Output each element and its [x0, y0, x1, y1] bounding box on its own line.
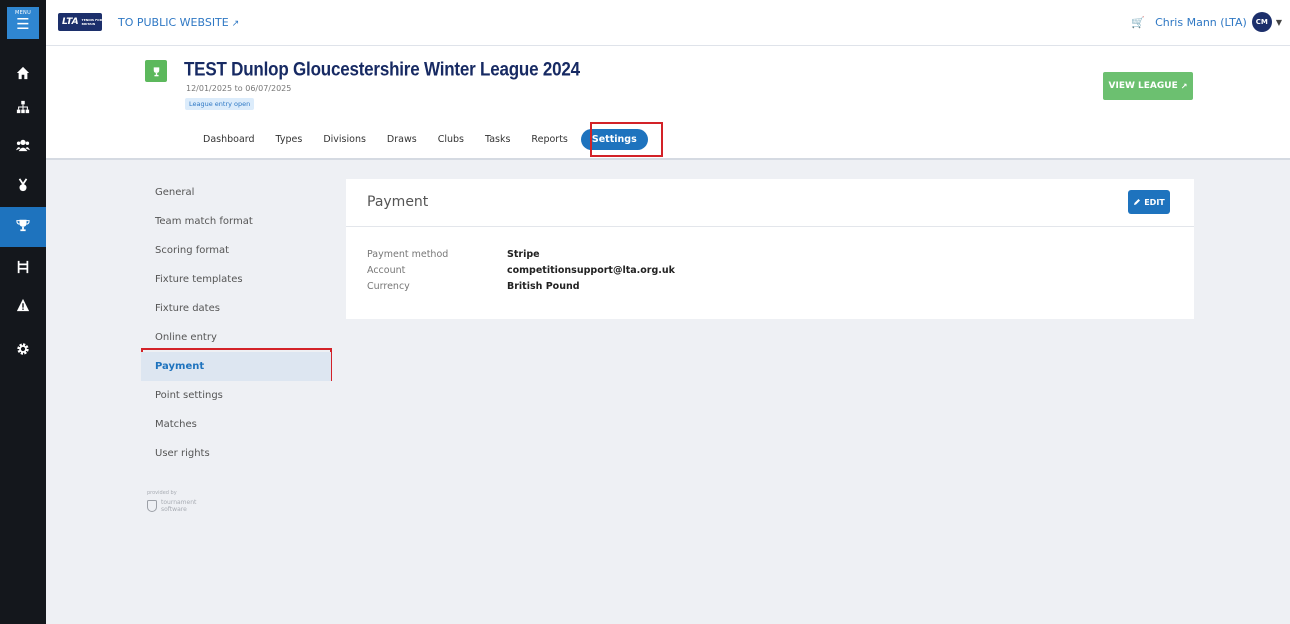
trophy-icon: [16, 218, 30, 236]
tab-clubs[interactable]: Clubs: [438, 134, 464, 145]
settings-nav-fixture-templates[interactable]: Fixture templates: [141, 265, 331, 294]
public-website-label: TO PUBLIC WEBSITE: [118, 16, 229, 29]
rail-draws[interactable]: [0, 249, 46, 289]
top-bar: LTA TENNIS FOR BRITAIN TO PUBLIC WEBSITE…: [46, 0, 1290, 46]
tab-divisions[interactable]: Divisions: [323, 134, 366, 145]
users-icon: [16, 138, 30, 156]
rail-alerts[interactable]: [0, 287, 46, 327]
settings-nav-team-match-format[interactable]: Team match format: [141, 207, 331, 236]
league-header: TEST Dunlop Gloucestershire Winter Leagu…: [46, 46, 1290, 160]
view-league-label: VIEW LEAGUE: [1108, 81, 1178, 91]
currency-label: Currency: [367, 281, 410, 292]
external-link-icon: ↗: [1180, 81, 1188, 91]
edit-button[interactable]: EDIT: [1128, 190, 1170, 214]
league-tabs: Dashboard Types Divisions Draws Clubs Ta…: [203, 129, 669, 150]
currency-row: Currency British Pound: [367, 281, 580, 292]
user-menu[interactable]: 🛒 Chris Mann (LTA) CM ▼: [1131, 12, 1282, 32]
payment-card-header: Payment EDIT: [346, 179, 1194, 227]
settings-nav-matches[interactable]: Matches: [141, 410, 331, 439]
gear-icon: [16, 342, 30, 360]
settings-nav-online-entry[interactable]: Online entry: [141, 323, 331, 352]
account-label: Account: [367, 265, 406, 276]
external-link-icon: ↗: [231, 19, 240, 29]
status-badge: League entry open: [185, 98, 255, 110]
settings-nav-scoring-format[interactable]: Scoring format: [141, 236, 331, 265]
logo-subtext: TENNIS FOR BRITAIN: [81, 18, 103, 26]
rail-players[interactable]: [0, 127, 46, 167]
warning-icon: [16, 298, 30, 316]
rail-rankings[interactable]: [0, 167, 46, 207]
medal-icon: [16, 178, 30, 196]
tab-settings[interactable]: Settings: [580, 129, 648, 150]
settings-nav: General Team match format Scoring format…: [141, 178, 331, 468]
league-trophy-icon: [145, 60, 167, 82]
payment-method-value: Stripe: [507, 249, 540, 260]
hamburger-icon: ☰: [16, 15, 30, 33]
tab-dashboard[interactable]: Dashboard: [203, 134, 255, 145]
menu-button[interactable]: MENU ☰: [7, 7, 39, 39]
side-rail: MENU ☰: [0, 0, 46, 624]
user-name: Chris Mann (LTA): [1155, 15, 1247, 29]
logo-text: LTA: [62, 17, 79, 27]
chevron-down-icon: ▼: [1275, 17, 1282, 27]
settings-nav-user-rights[interactable]: User rights: [141, 439, 331, 468]
home-icon: [16, 66, 30, 84]
lta-logo[interactable]: LTA TENNIS FOR BRITAIN: [58, 13, 102, 31]
currency-value: British Pound: [507, 281, 580, 292]
view-league-button[interactable]: VIEW LEAGUE ↗: [1103, 72, 1193, 100]
league-dates: 12/01/2025 to 06/07/2025: [186, 84, 292, 93]
basket-icon[interactable]: 🛒: [1131, 16, 1145, 29]
brand-line-1: tournament: [161, 499, 197, 506]
tab-draws[interactable]: Draws: [387, 134, 417, 145]
powered-by: provided by tournament software: [147, 490, 196, 513]
public-website-link[interactable]: TO PUBLIC WEBSITE ↗: [118, 16, 239, 29]
settings-nav-general[interactable]: General: [141, 178, 331, 207]
draws-bracket-icon: [16, 260, 30, 278]
pencil-icon: [1134, 199, 1141, 205]
tab-tasks[interactable]: Tasks: [485, 134, 510, 145]
tab-reports[interactable]: Reports: [531, 134, 567, 145]
tab-types[interactable]: Types: [276, 134, 303, 145]
avatar: CM: [1251, 12, 1272, 32]
page-title: TEST Dunlop Gloucestershire Winter Leagu…: [184, 58, 580, 80]
payment-card: Payment EDIT Payment method Stripe Accou…: [346, 179, 1194, 319]
edit-label: EDIT: [1144, 197, 1165, 207]
payment-title: Payment: [367, 194, 429, 210]
shield-icon: [147, 500, 157, 512]
powered-by-label: provided by: [147, 490, 177, 496]
account-row: Account competitionsupport@lta.org.uk: [367, 265, 675, 276]
settings-nav-point-settings[interactable]: Point settings: [141, 381, 331, 410]
brand-line-2: software: [161, 506, 187, 513]
sitemap-icon: [16, 100, 30, 118]
account-value: competitionsupport@lta.org.uk: [507, 265, 675, 276]
tournament-software-logo[interactable]: tournament software: [147, 499, 196, 513]
settings-nav-payment[interactable]: Payment: [141, 352, 331, 381]
settings-nav-fixture-dates[interactable]: Fixture dates: [141, 294, 331, 323]
rail-leagues[interactable]: [0, 207, 46, 247]
payment-method-row: Payment method Stripe: [367, 249, 540, 260]
rail-settings[interactable]: [0, 331, 46, 371]
rail-structure[interactable]: [0, 89, 46, 129]
payment-method-label: Payment method: [367, 249, 449, 260]
